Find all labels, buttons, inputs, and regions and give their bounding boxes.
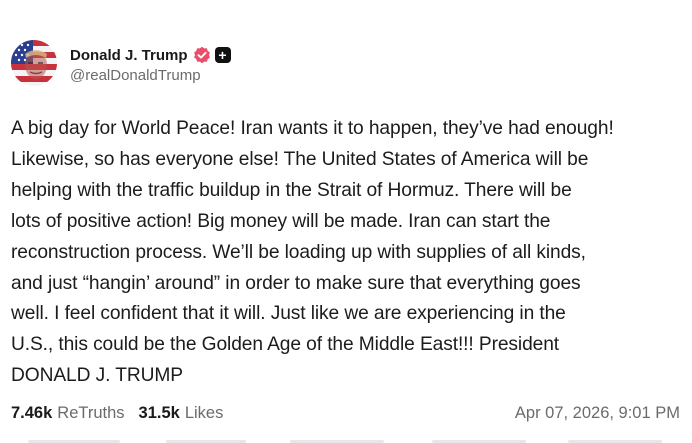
display-name-row: Donald J. Trump + [70, 44, 231, 66]
author-names: Donald J. Trump + @realDonaldTrump [70, 42, 231, 84]
plus-badge-icon: + [214, 47, 231, 63]
post-stats: 7.46k ReTruths 31.5k Likes Apr 07, 2026,… [11, 401, 680, 425]
post-line: helping with the traffic buildup in the … [11, 179, 572, 201]
post-header: Donald J. Trump + @realDonaldTrump [11, 40, 231, 86]
likes-count: 31.5k [138, 403, 180, 422]
user-handle[interactable]: @realDonaldTrump [70, 67, 231, 84]
retruths-stat[interactable]: 7.46k ReTruths [11, 404, 125, 423]
post-line: DONALD J. TRUMP [11, 365, 183, 387]
display-name[interactable]: Donald J. Trump [70, 47, 188, 64]
post-line: and just “hangin’ around” in order to ma… [11, 272, 581, 294]
retruths-label: ReTruths [57, 403, 125, 422]
verified-badge-icon [193, 46, 210, 64]
retruths-count: 7.46k [11, 403, 53, 422]
post-line: U.S., this could be the Golden Age of th… [11, 334, 560, 356]
post-line: Likewise, so has everyone else! The Unit… [11, 148, 589, 170]
post-line: A big day for World Peace! Iran wants it… [11, 118, 614, 139]
post-line: lots of positive action! Big money will … [11, 210, 551, 232]
likes-stat[interactable]: 31.5k Likes [139, 404, 224, 423]
likes-label: Likes [184, 403, 224, 422]
post-line: well. I feel confident that it will. Jus… [11, 303, 566, 325]
post-body: A big day for World Peace! Iran wants it… [11, 114, 686, 392]
post-timestamp[interactable]: Apr 07, 2026, 9:01 PM [515, 404, 680, 423]
action-bar [0, 438, 692, 443]
flag-portrait-avatar-icon [11, 40, 57, 86]
avatar[interactable] [11, 40, 57, 86]
post-line: reconstruction process. We’ll be loading… [11, 241, 586, 263]
